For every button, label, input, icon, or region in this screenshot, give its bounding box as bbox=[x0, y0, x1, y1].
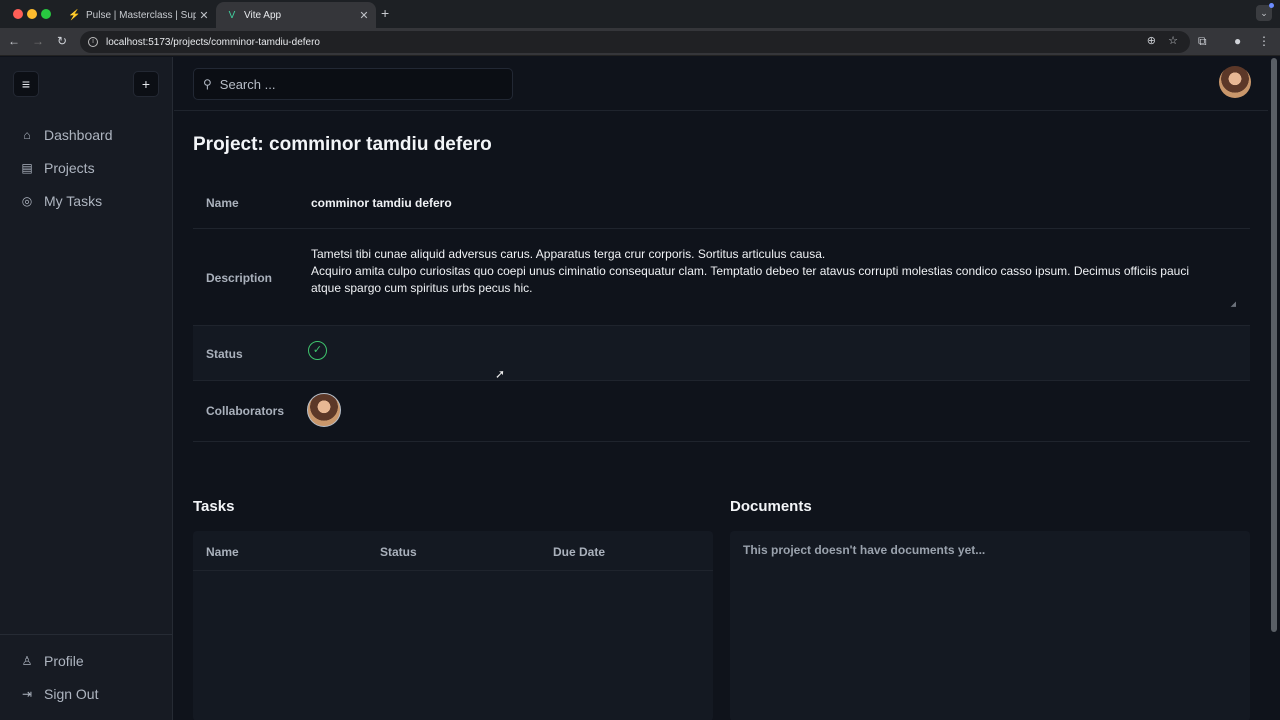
address-bar[interactable]: i localhost:5173/projects/comminor-tamdi… bbox=[80, 31, 1190, 53]
new-tab-button[interactable]: + bbox=[381, 5, 389, 21]
search-icon: ⚲ bbox=[203, 77, 212, 91]
collaborators-row: Collaborators bbox=[193, 381, 1250, 442]
resize-handle-icon[interactable]: ◢ bbox=[1231, 300, 1236, 308]
tasks-title: Tasks bbox=[193, 498, 235, 515]
sign-out-icon: ⇥ bbox=[21, 687, 33, 701]
browser-titlebar: ⚡ Pulse | Masterclass | Supabas ✕ V Vite… bbox=[0, 0, 1280, 28]
page-scrollbar[interactable] bbox=[1271, 58, 1277, 632]
extensions-icon[interactable]: ⧉ bbox=[1198, 34, 1207, 49]
description-line: Tametsi tibi cunae aliquid adversus caru… bbox=[311, 247, 826, 261]
collaborators-label: Collaborators bbox=[206, 404, 285, 418]
sidebar-item-label: Profile bbox=[44, 653, 84, 669]
name-row: Name comminor tamdiu defero bbox=[193, 173, 1250, 229]
browser-tab-vite[interactable]: V Vite App ✕ bbox=[216, 2, 376, 28]
sidebar-item-profile[interactable]: ♙ Profile bbox=[20, 650, 84, 672]
user-icon: ♙ bbox=[21, 654, 33, 668]
tab-title: Pulse | Masterclass | Supabas bbox=[86, 9, 196, 21]
browser-toolbar: ← → ↻ i localhost:5173/projects/comminor… bbox=[0, 28, 1280, 56]
zoom-icon[interactable]: ⊕ bbox=[1147, 34, 1156, 47]
forward-icon[interactable]: → bbox=[30, 34, 46, 48]
app-header: ⚲ Search ... bbox=[174, 57, 1268, 111]
site-info-icon[interactable]: i bbox=[88, 37, 98, 47]
table-header: Name Status Due Date bbox=[193, 531, 713, 571]
sidebar-item-sign-out[interactable]: ⇥ Sign Out bbox=[20, 683, 99, 705]
back-icon[interactable]: ← bbox=[6, 34, 22, 48]
description-line: Acquiro amita culpo curiositas quo coepi… bbox=[311, 264, 1189, 295]
search-placeholder: Search ... bbox=[219, 76, 276, 92]
status-row: Status ✓ bbox=[193, 326, 1250, 381]
close-icon[interactable]: ✕ bbox=[196, 9, 212, 22]
sidebar: ≡ + ⌂ Dashboard ▤ Projects ◎ My Tasks ♙ … bbox=[0, 57, 173, 720]
documents-panel: This project doesn't have documents yet.… bbox=[730, 531, 1250, 720]
url-text: localhost:5173/projects/comminor-tamdiu-… bbox=[106, 36, 320, 48]
tab-title: Vite App bbox=[244, 9, 282, 21]
column-header-due-date[interactable]: Due Date bbox=[553, 545, 605, 559]
search-input[interactable]: ⚲ Search ... bbox=[193, 68, 513, 100]
project-name-field[interactable]: comminor tamdiu defero bbox=[311, 196, 452, 210]
status-completed-icon[interactable]: ✓ bbox=[308, 341, 327, 360]
window-minimize-button[interactable] bbox=[27, 9, 37, 19]
hamburger-icon: ≡ bbox=[21, 76, 31, 92]
name-label: Name bbox=[206, 196, 239, 210]
page-title: Project: comminor tamdiu defero bbox=[193, 134, 492, 155]
home-icon: ⌂ bbox=[23, 128, 31, 142]
column-header-name[interactable]: Name bbox=[206, 545, 239, 559]
bolt-icon: ⚡ bbox=[68, 9, 81, 21]
profile-icon[interactable]: ● bbox=[1234, 34, 1241, 48]
close-icon[interactable]: ✕ bbox=[356, 9, 372, 22]
description-textarea[interactable]: Tametsi tibi cunae aliquid adversus caru… bbox=[311, 246, 1216, 297]
sidebar-item-projects[interactable]: ▤ Projects bbox=[20, 157, 95, 179]
kebab-menu-icon[interactable]: ⋮ bbox=[1258, 34, 1270, 48]
status-label: Status bbox=[206, 347, 243, 361]
sidebar-footer: ♙ Profile ⇥ Sign Out bbox=[0, 634, 172, 720]
window-close-button[interactable] bbox=[13, 9, 23, 19]
check-circle-icon: ◎ bbox=[21, 194, 33, 208]
bookmark-star-icon[interactable]: ☆ bbox=[1168, 34, 1178, 47]
sidebar-item-label: My Tasks bbox=[44, 193, 103, 209]
column-header-status[interactable]: Status bbox=[380, 545, 417, 559]
notification-dot bbox=[1269, 3, 1274, 8]
sidebar-item-label: Projects bbox=[44, 160, 95, 176]
tab-search-button[interactable]: ⌄ bbox=[1256, 3, 1274, 21]
collaborator-avatar[interactable] bbox=[307, 393, 341, 427]
user-avatar[interactable] bbox=[1219, 66, 1251, 98]
building-icon: ▤ bbox=[21, 161, 33, 175]
sidebar-item-my-tasks[interactable]: ◎ My Tasks bbox=[20, 190, 102, 212]
description-row: Description Tametsi tibi cunae aliquid a… bbox=[193, 229, 1250, 326]
mouse-cursor-icon: ➚ bbox=[495, 367, 506, 381]
documents-title: Documents bbox=[730, 498, 812, 515]
description-label: Description bbox=[206, 271, 273, 285]
vite-logo-icon: V bbox=[228, 9, 236, 21]
sidebar-item-dashboard[interactable]: ⌂ Dashboard bbox=[20, 124, 113, 146]
create-new-button[interactable]: + bbox=[133, 71, 159, 97]
plus-icon: + bbox=[141, 76, 151, 92]
menu-toggle-button[interactable]: ≡ bbox=[13, 71, 39, 97]
window-maximize-button[interactable] bbox=[41, 9, 51, 19]
empty-state-text: This project doesn't have documents yet.… bbox=[743, 543, 986, 557]
sidebar-item-label: Sign Out bbox=[44, 686, 99, 702]
sidebar-item-label: Dashboard bbox=[44, 127, 113, 143]
browser-tab-pulse[interactable]: ⚡ Pulse | Masterclass | Supabas ✕ bbox=[58, 2, 216, 28]
reload-icon[interactable]: ↻ bbox=[54, 34, 70, 48]
tasks-table: Name Status Due Date bbox=[193, 531, 713, 720]
